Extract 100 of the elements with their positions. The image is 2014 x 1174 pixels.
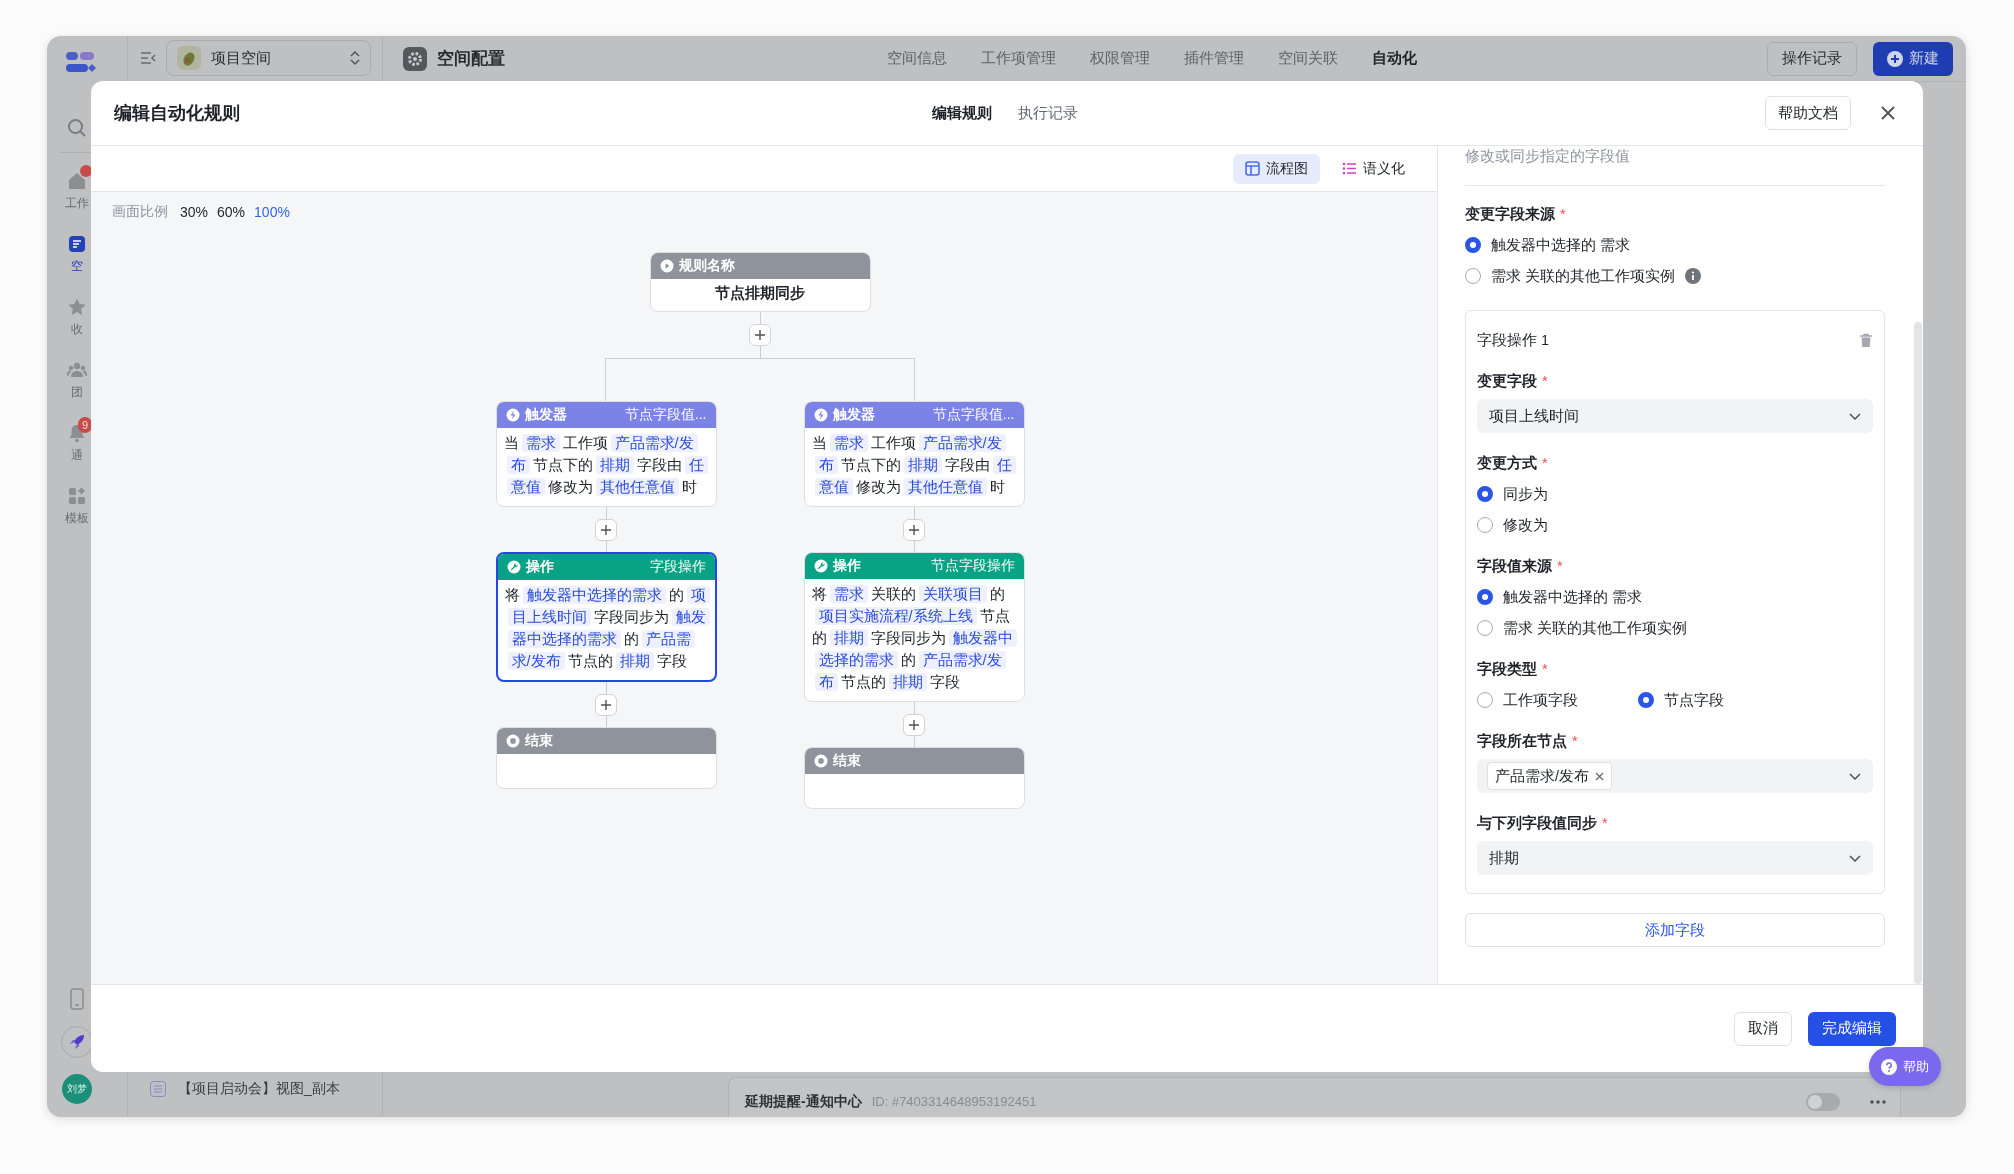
add-node-button[interactable]: [595, 694, 617, 716]
gear-icon: [403, 46, 427, 71]
list-icon: [1342, 161, 1357, 176]
radio-button[interactable]: [1477, 620, 1493, 636]
radio-button[interactable]: [1477, 589, 1493, 605]
field-label: 变更方式: [1477, 454, 1537, 473]
scrollbar[interactable]: [1914, 322, 1922, 984]
radio-button[interactable]: [1477, 486, 1493, 502]
add-node-button[interactable]: [595, 519, 617, 541]
add-node-button[interactable]: [903, 519, 925, 541]
log-button[interactable]: 操作记录: [1767, 41, 1857, 76]
finish-edit-button[interactable]: 完成编辑: [1808, 1011, 1896, 1046]
node-subtitle: 节点字段操作: [930, 557, 1015, 575]
page-title: 空间配置: [437, 48, 505, 70]
collapse-menu-icon[interactable]: [140, 51, 156, 65]
plus-icon: [601, 525, 611, 535]
zoom-option[interactable]: 60%: [217, 203, 246, 221]
node-description: 将 触发器中选择的需求 的 项目上线时间 字段同步为 触发器中选择的需求 的 产品需求/发布 节点的 排期 字段: [497, 580, 715, 680]
nav-tab[interactable]: 插件管理: [1184, 49, 1244, 68]
help-docs-button[interactable]: 帮助文档: [1765, 96, 1851, 130]
rocket-icon: [69, 1034, 85, 1050]
add-node-button[interactable]: [903, 714, 925, 736]
flow-node[interactable]: 操作 字段操作 将 触发器中选择的需求 的 项目上线时间 字段同步为 触发器中选择的需求 的 产品需求/发布 节点的 排期 字段: [495, 552, 717, 682]
section-description: 修改或同步指定的字段值: [1465, 147, 1631, 166]
rule-name: 节点排期同步: [714, 283, 806, 303]
team-icon: [67, 360, 87, 380]
radio-button[interactable]: [1477, 517, 1493, 533]
sidebar-item[interactable]: 通 9: [62, 417, 92, 464]
wrench-icon: [506, 560, 521, 574]
remove-icon[interactable]: [1595, 771, 1605, 781]
radio-option[interactable]: 工作项字段: [1477, 689, 1578, 711]
star-icon: [67, 297, 87, 317]
add-field-button[interactable]: 添加字段: [1465, 913, 1885, 947]
chevron-down-icon: [1849, 412, 1861, 420]
radio-button[interactable]: [1465, 268, 1481, 284]
select-field[interactable]: 项目上线时间: [1477, 399, 1873, 433]
radio-option[interactable]: 修改为: [1477, 514, 1873, 536]
lightning-icon: [813, 408, 828, 422]
view-toggle-button[interactable]: 语义化: [1330, 153, 1417, 184]
flow-node[interactable]: 操作 节点字段操作 将 需求 关联的 关联项目 的 项目实施流程/系统上线 节点的 排期 字段同步为 触发器中选择的需求 的 产品需求/发布 节点的 排期 字段: [803, 552, 1025, 702]
plus-icon: [601, 700, 611, 710]
tag-label: 产品需求/发布: [1495, 766, 1590, 786]
nav-tab[interactable]: 空间信息: [887, 49, 947, 68]
lightning-icon: [505, 408, 520, 422]
tab[interactable]: 执行记录: [1017, 103, 1078, 123]
rule-card[interactable]: 延期提醒-通知中心 ID: #7403314648953192451: [728, 1077, 1901, 1117]
chevron-down-icon: [1849, 772, 1861, 780]
radio-label: 节点字段: [1664, 691, 1724, 710]
add-node-button[interactable]: [749, 324, 771, 346]
radio-option[interactable]: 需求 关联的其他工作项实例: [1477, 617, 1873, 639]
flow-node[interactable]: 规则名称 节点排期同步: [649, 252, 871, 312]
node-description: 当 需求 工作项 产品需求/发布 节点下的 排期 字段由 任意值 修改为 其他任意值 时: [496, 428, 716, 506]
node-title: 触发器: [832, 406, 875, 424]
select-field[interactable]: 产品需求/发布: [1477, 759, 1873, 793]
notification-count: 9: [78, 417, 92, 433]
required-mark: *: [1542, 372, 1548, 391]
zoom-option[interactable]: 100%: [254, 203, 290, 221]
question-icon: [1881, 1058, 1897, 1075]
radio-label: 工作项字段: [1503, 691, 1578, 710]
plus-icon: [909, 525, 919, 535]
toggle-switch[interactable]: [1806, 1092, 1840, 1111]
node-title: 结束: [832, 752, 861, 770]
help-button[interactable]: 帮助: [1869, 1047, 1941, 1086]
sidebar-item[interactable]: 空: [62, 228, 92, 275]
project-select[interactable]: 项目空间: [166, 40, 371, 76]
radio-label: 同步为: [1503, 485, 1548, 504]
field-label: 变更字段来源: [1465, 205, 1555, 224]
radio-button[interactable]: [1465, 237, 1481, 253]
rule-id: ID: #7403314648953192451: [871, 1094, 1037, 1109]
nav-tab[interactable]: 自动化: [1372, 49, 1417, 68]
trash-icon[interactable]: [1859, 332, 1873, 348]
radio-option[interactable]: 同步为: [1477, 483, 1873, 505]
nav-tab[interactable]: 空间关联: [1278, 49, 1338, 68]
field-label: 字段所在节点: [1477, 732, 1567, 751]
select-field[interactable]: 排期: [1477, 841, 1873, 875]
view-list-item[interactable]: 【项目启动会】视图_副本: [128, 1071, 382, 1117]
tab[interactable]: 编辑规则: [931, 103, 992, 123]
flow-node[interactable]: 触发器 节点字段值... 当 需求 工作项 产品需求/发布 节点下的 排期 字段由 任意值 修改为 其他任意值 时: [803, 401, 1025, 507]
radio-button[interactable]: [1638, 692, 1654, 708]
flow-node[interactable]: 触发器 节点字段值... 当 需求 工作项 产品需求/发布 节点下的 排期 字段由 任意值 修改为 其他任意值 时: [495, 401, 717, 507]
node-title: 触发器: [524, 406, 567, 424]
plus-icon: [755, 330, 765, 340]
more-icon[interactable]: [1870, 1099, 1886, 1104]
wrench-icon: [813, 559, 828, 573]
node-title: 操作: [525, 558, 554, 576]
close-icon[interactable]: [1881, 106, 1895, 120]
radio-label: 触发器中选择的 需求: [1491, 236, 1631, 255]
cancel-button[interactable]: 取消: [1734, 1011, 1792, 1046]
required-mark: *: [1542, 454, 1548, 473]
new-button[interactable]: 新建: [1873, 41, 1953, 76]
radio-option[interactable]: 需求 关联的其他工作项实例: [1465, 265, 1885, 287]
zoom-option[interactable]: 30%: [180, 203, 209, 221]
zoom-label: 画面比例: [112, 203, 168, 221]
modal-title: 编辑自动化规则: [114, 103, 240, 123]
radio-option[interactable]: 触发器中选择的 需求: [1465, 234, 1885, 256]
required-mark: *: [1560, 205, 1566, 224]
radio-option[interactable]: 节点字段: [1638, 689, 1724, 711]
radio-button[interactable]: [1477, 692, 1493, 708]
view-toggle-button[interactable]: 流程图: [1233, 153, 1320, 184]
radio-option[interactable]: 触发器中选择的 需求: [1477, 586, 1873, 608]
